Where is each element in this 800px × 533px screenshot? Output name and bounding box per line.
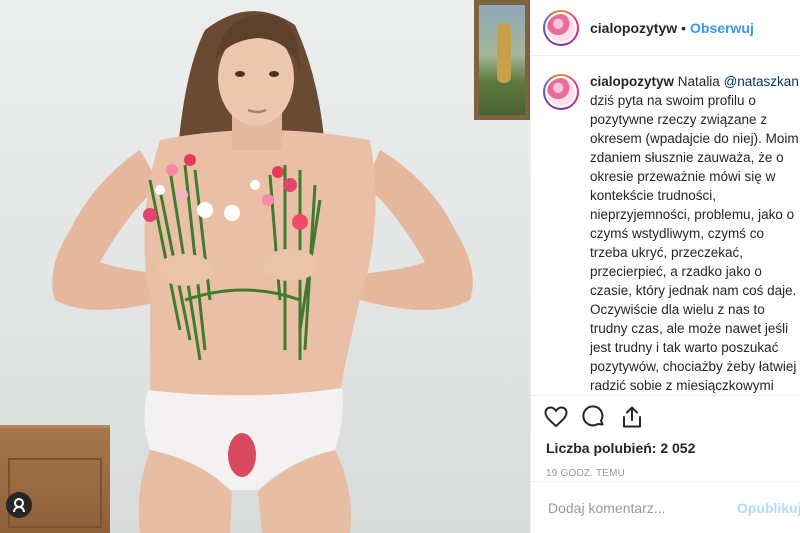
caption-scroll-area[interactable]: cialopozytyw Natalia @nataszkan dziś pyt…: [531, 56, 800, 395]
caption-row: cialopozytyw Natalia @nataszkan dziś pyt…: [531, 56, 800, 395]
profile-avatar[interactable]: [543, 9, 579, 46]
comment-input[interactable]: [546, 498, 731, 517]
post-timestamp[interactable]: 19 GODZ. TEMU: [531, 468, 800, 479]
comment-icon[interactable]: [582, 404, 606, 434]
caption-body: dziś pyta na swoim profilu o pozytywne r…: [590, 93, 799, 393]
caption-lead: Natalia: [677, 74, 724, 89]
post-header: cialopozytyw • Obserwuj: [531, 0, 800, 56]
caption-mention[interactable]: @nataszkan: [724, 74, 799, 89]
caption-text: cialopozytyw Natalia @nataszkan dziś pyt…: [590, 72, 800, 395]
caption-username[interactable]: cialopozytyw: [590, 74, 674, 89]
user-tag-icon[interactable]: [6, 492, 32, 518]
post-actions: Liczba polubień: 2 052 19 GODZ. TEMU: [531, 395, 800, 481]
header-separator: •: [681, 19, 687, 36]
follow-button[interactable]: Obserwuj: [690, 20, 754, 36]
publish-button[interactable]: Opublikuj: [737, 500, 800, 516]
caption-avatar[interactable]: [543, 74, 579, 110]
comment-bar: Opublikuj: [531, 481, 800, 533]
heart-icon[interactable]: [544, 405, 568, 433]
header-username[interactable]: cialopozytyw: [590, 20, 677, 36]
post-sidebar: cialopozytyw • Obserwuj cialopozytyw Nat…: [530, 0, 800, 533]
likes-count[interactable]: Liczba polubień: 2 052: [531, 440, 800, 456]
share-icon[interactable]: [620, 405, 644, 434]
person-figure: [52, 11, 473, 533]
post-photo[interactable]: [0, 0, 530, 533]
